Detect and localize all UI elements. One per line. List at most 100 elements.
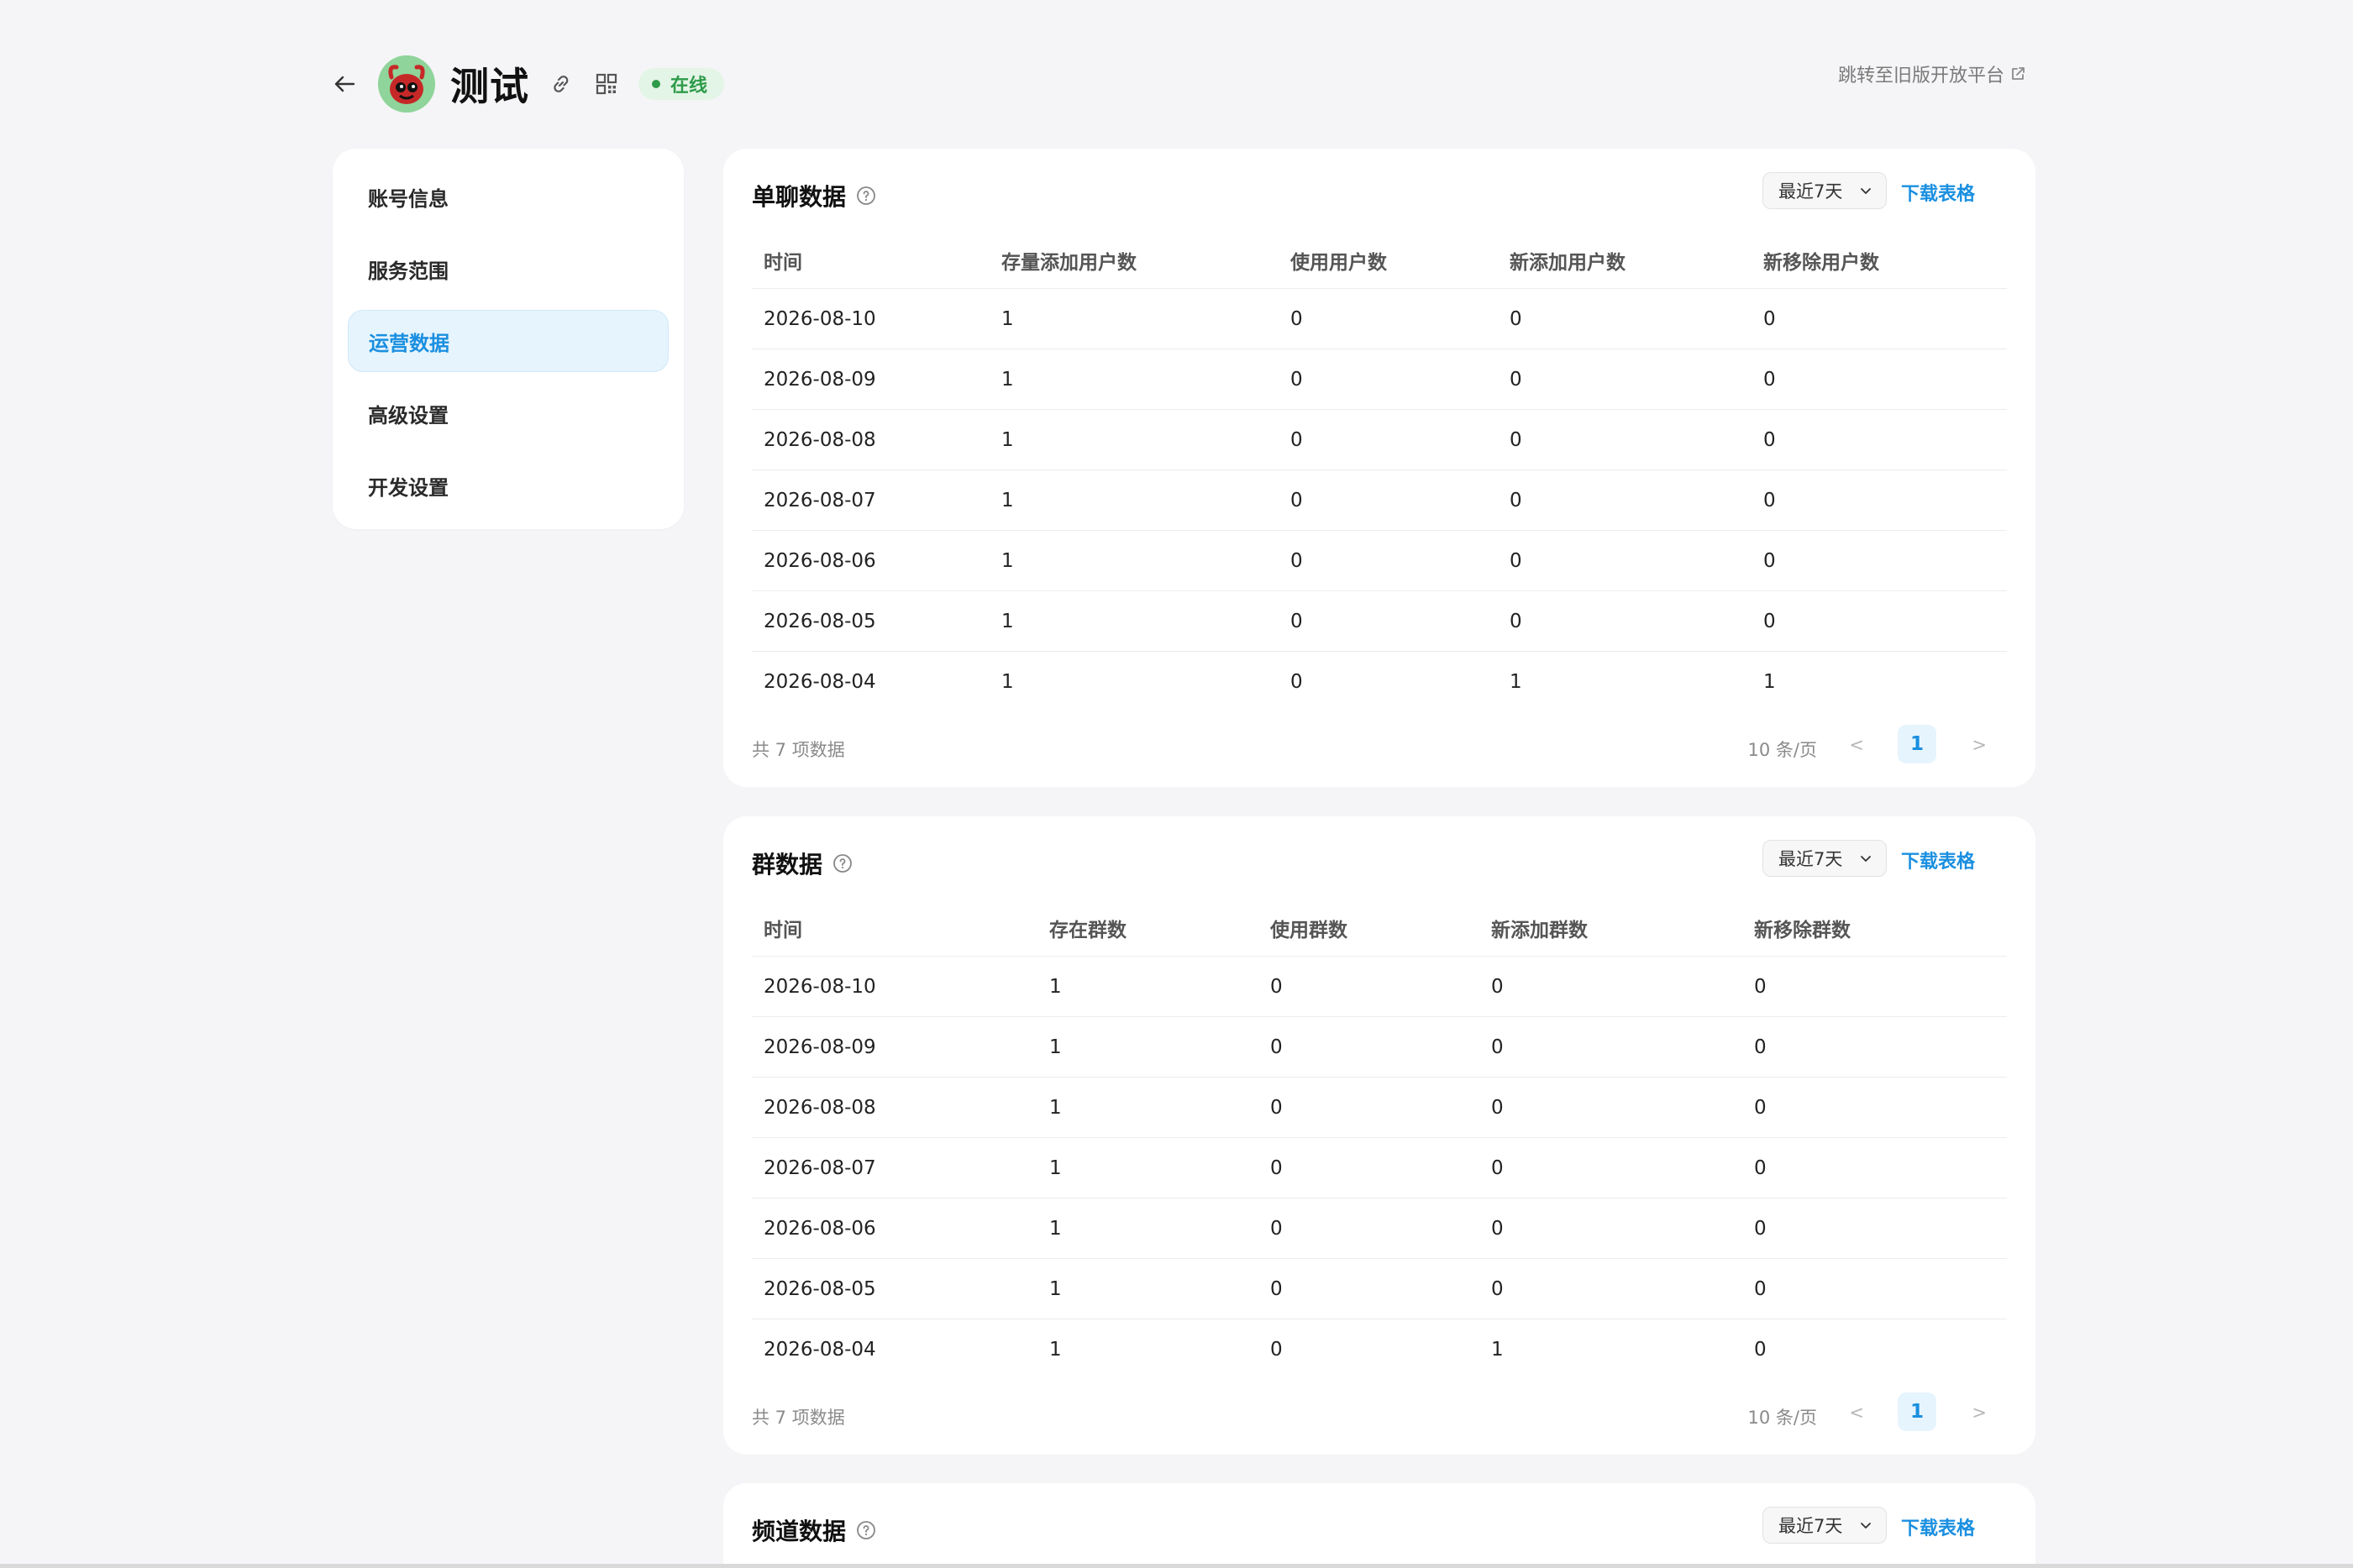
table-cell: 0 xyxy=(1258,956,1479,1017)
header: 测试 在线 xyxy=(328,52,725,115)
table-cell: 1 xyxy=(1491,1338,1504,1361)
table-cell: 2026-08-10 xyxy=(752,956,1037,1017)
table-cell: 2026-08-10 xyxy=(752,288,990,349)
help-icon[interactable] xyxy=(832,853,853,873)
sidebar-item-service-scope[interactable]: 服务范围 xyxy=(348,238,669,300)
status-text: 在线 xyxy=(670,75,708,97)
table-cell: 2026-08-07 xyxy=(752,1137,1037,1198)
table-cell: 1 xyxy=(1510,670,1522,693)
card-title: 群数据 xyxy=(752,847,853,880)
column-header: 时间 xyxy=(752,900,1037,957)
table-cell: 1 xyxy=(1037,956,1258,1017)
chevron-down-icon xyxy=(1861,856,1871,862)
table-row: 2026-08-06 1 0 0 0 xyxy=(752,530,2007,591)
table-row: 2026-08-09 1 0 0 0 xyxy=(752,349,2007,410)
download-table-link[interactable]: 下载表格 xyxy=(1901,847,1975,873)
next-page-button[interactable]: > xyxy=(1972,735,1987,755)
next-page-button[interactable]: > xyxy=(1972,1403,1987,1423)
table-cell: 0 xyxy=(1498,590,1752,652)
table-header-row: 时间 存在群数 使用群数 新添加群数 新移除群数 xyxy=(752,900,2007,957)
sidebar-item-dev-settings[interactable]: 开发设置 xyxy=(348,454,669,517)
table-cell: 0 xyxy=(1479,1077,1742,1138)
app-title: 测试 xyxy=(450,63,529,109)
column-header: 存量添加用户数 xyxy=(990,233,1279,289)
page-size-select[interactable]: 10 条/页 xyxy=(1748,1404,1817,1429)
table-row: 2026-08-10 1 0 0 0 xyxy=(752,956,2007,1017)
date-range-select[interactable]: 最近7天 xyxy=(1762,172,1887,209)
old-platform-link[interactable]: 跳转至旧版开放平台 xyxy=(1838,60,2026,87)
table-cell: 2026-08-07 xyxy=(752,469,990,531)
sidebar-item-advanced-settings[interactable]: 高级设置 xyxy=(348,382,669,444)
sidebar: 账号信息 服务范围 运营数据 高级设置 开发设置 xyxy=(333,149,684,529)
table-row: 2026-08-08 1 0 0 0 xyxy=(752,409,2007,470)
table-cell: 1 xyxy=(1763,670,1776,693)
prev-page-button[interactable]: < xyxy=(1849,735,1864,755)
table-cell: 0 xyxy=(1742,1258,2007,1319)
table-cell: 0 xyxy=(1279,409,1498,470)
table-cell: 0 xyxy=(1279,590,1498,652)
table-cell: 1 xyxy=(1037,1077,1258,1138)
current-page-button[interactable]: 1 xyxy=(1898,1392,1936,1431)
link-icon[interactable] xyxy=(548,71,575,97)
table-row: 2026-08-04 1 0 1 1 xyxy=(752,652,2007,712)
column-header: 使用群数 xyxy=(1258,900,1479,957)
table-cell: 0 xyxy=(1270,1338,1283,1361)
card-title-text: 单聊数据 xyxy=(752,183,847,211)
group-table: 时间 存在群数 使用群数 新添加群数 新移除群数 2026-08-10 1 0 … xyxy=(752,900,2007,1379)
table-cell: 2026-08-06 xyxy=(752,1198,1037,1259)
table-cell: 2026-08-06 xyxy=(752,530,990,591)
table-cell: 2026-08-05 xyxy=(752,590,990,652)
date-range-select[interactable]: 最近7天 xyxy=(1762,1507,1887,1544)
card-title-text: 群数据 xyxy=(752,851,823,878)
status-dot xyxy=(652,79,660,88)
help-icon[interactable] xyxy=(856,1520,876,1540)
download-table-link[interactable]: 下载表格 xyxy=(1901,1513,1975,1540)
table-cell: 0 xyxy=(1479,956,1742,1017)
table-cell: 0 xyxy=(1752,590,2007,652)
table-cell: 2026-08-04 xyxy=(764,1338,876,1361)
table-row: 2026-08-07 1 0 0 0 xyxy=(752,469,2007,531)
avatar xyxy=(378,55,435,113)
table-cell: 0 xyxy=(1258,1258,1479,1319)
table-cell: 0 xyxy=(1754,1338,1767,1361)
table-cell: 0 xyxy=(1498,530,1752,591)
table-cell: 1 xyxy=(990,590,1279,652)
current-page-button[interactable]: 1 xyxy=(1898,725,1936,763)
pagination-bar: 共 7 项数据 10 条/页 < 1 > xyxy=(752,711,2007,787)
help-icon[interactable] xyxy=(856,186,876,206)
table-cell: 1 xyxy=(1037,1258,1258,1319)
table-cell: 0 xyxy=(1258,1016,1479,1078)
table-row: 2026-08-05 1 0 0 0 xyxy=(752,1258,2007,1319)
date-range-value: 最近7天 xyxy=(1778,849,1843,869)
chevron-down-icon xyxy=(1861,188,1871,194)
table-cell: 0 xyxy=(1279,530,1498,591)
column-header: 新移除群数 xyxy=(1742,900,2007,957)
table-cell: 0 xyxy=(1752,530,2007,591)
prev-page-button[interactable]: < xyxy=(1849,1403,1864,1423)
qr-code-icon[interactable] xyxy=(593,71,620,97)
channel-card: 频道数据 最近7天 下载表格 xyxy=(723,1483,2035,1568)
table-cell: 2026-08-09 xyxy=(752,349,990,410)
page-size-select[interactable]: 10 条/页 xyxy=(1748,737,1817,762)
table-cell: 0 xyxy=(1752,409,2007,470)
sidebar-item-account-info[interactable]: 账号信息 xyxy=(348,165,669,228)
card-header: 单聊数据 最近7天 下载表格 xyxy=(752,149,2007,233)
date-range-select[interactable]: 最近7天 xyxy=(1762,840,1887,877)
table-cell: 1 xyxy=(990,469,1279,531)
table-row: 2026-08-07 1 0 0 0 xyxy=(752,1137,2007,1198)
total-count: 共 7 项数据 xyxy=(752,740,845,760)
sidebar-item-operation-data[interactable]: 运营数据 xyxy=(348,310,669,372)
table-cell: 0 xyxy=(1290,670,1303,693)
column-header: 新添加群数 xyxy=(1479,900,1742,957)
download-table-link[interactable]: 下载表格 xyxy=(1901,179,1975,206)
table-cell: 0 xyxy=(1498,469,1752,531)
column-header: 使用用户数 xyxy=(1279,233,1498,289)
total-count: 共 7 项数据 xyxy=(752,1408,845,1428)
table-cell: 0 xyxy=(1752,469,2007,531)
table-cell: 0 xyxy=(1498,349,1752,410)
single-chat-table: 时间 存量添加用户数 使用用户数 新添加用户数 新移除用户数 2026-08-1… xyxy=(752,233,2007,711)
back-button[interactable] xyxy=(328,67,361,101)
table-cell: 0 xyxy=(1479,1198,1742,1259)
card-header: 群数据 最近7天 下载表格 xyxy=(752,816,2007,900)
table-cell: 1 xyxy=(1037,1198,1258,1259)
